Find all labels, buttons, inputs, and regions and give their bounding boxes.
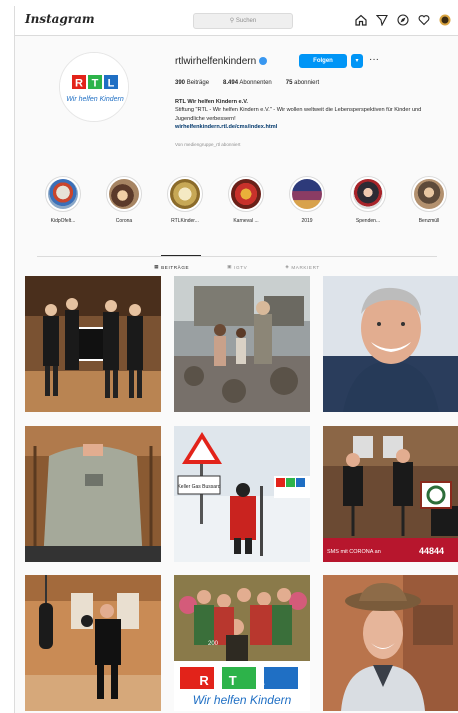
highlight-label: RTLKinder...: [171, 218, 199, 224]
road-sign-text: Keller Gas Bussard: [177, 484, 220, 490]
post-thumbnail-5[interactable]: Keller Gas Bussard: [174, 426, 310, 562]
search-icon: ⚲: [229, 18, 235, 24]
svg-text:Wir helfen Kindern: Wir helfen Kindern: [66, 96, 124, 103]
profile-avatar[interactable]: R T L Wir helfen Kindern: [59, 52, 129, 122]
bio-link[interactable]: wirhelfenkindern.rtl.de/cms/index.html: [175, 123, 425, 131]
tag-icon: ◈: [285, 264, 290, 269]
post-thumbnail-1[interactable]: [25, 276, 161, 412]
highlight-label: Spenden...: [355, 218, 381, 224]
highlight-label: Corona: [115, 218, 133, 224]
highlight-item[interactable]: Corona: [104, 176, 144, 224]
profile-avatar-icon[interactable]: [439, 14, 451, 26]
profile-stats: 390 Beiträge 8.494 Abonnenten 75 abonnie…: [175, 80, 319, 86]
rtl-banner-logo: RTL: [199, 673, 284, 688]
post-thumbnail-7[interactable]: [25, 575, 161, 711]
username-text: rtlwirhelfenkindern: [175, 56, 257, 67]
followed-by[interactable]: Von mediengruppe_rtl abonniert: [175, 142, 240, 147]
top-nav: Instagram ⚲ Suchen: [15, 6, 458, 36]
post-thumbnail-9[interactable]: [323, 575, 458, 711]
direct-icon[interactable]: [376, 14, 388, 26]
bio-name: RTL Wir helfen Kindern e.V.: [175, 99, 248, 105]
explore-icon[interactable]: [397, 14, 409, 26]
highlight-label: Benzmüll: [418, 218, 440, 224]
highlight-thumbnail: [48, 179, 78, 209]
post-thumbnail-4[interactable]: [25, 426, 161, 562]
highlight-label: Karneval ...: [233, 218, 259, 224]
grid-icon: ▦: [154, 264, 160, 269]
igtv-icon: ▣: [227, 264, 233, 269]
following-stat[interactable]: 75 abonniert: [286, 80, 319, 86]
highlight-item[interactable]: RTLKinder...: [165, 176, 205, 224]
highlight-thumbnail: [231, 179, 261, 209]
nav-icons: [355, 14, 451, 26]
search-placeholder: Suchen: [235, 18, 257, 24]
highlight-thumbnail: [414, 179, 444, 209]
highlight-thumbnail: [353, 179, 383, 209]
highlight-item[interactable]: Karneval ...: [226, 176, 266, 224]
highlight-item[interactable]: 2019: [287, 176, 327, 224]
post-thumbnail-6[interactable]: SMS mit CORONA an 44844: [323, 426, 458, 562]
rtl-banner-sub: Wir helfen Kindern: [193, 693, 292, 707]
tab-igtv[interactable]: ▣ IGTV: [227, 264, 247, 270]
follow-button[interactable]: Folgen: [299, 54, 347, 68]
tab-tagged[interactable]: ◈ MARKIERT: [285, 264, 320, 270]
heart-icon[interactable]: [418, 14, 430, 26]
likes-count: 200: [208, 641, 219, 647]
instagram-logo[interactable]: Instagram: [25, 12, 95, 26]
highlight-label: KidpOfelt...: [50, 218, 76, 224]
chevron-down-icon: ▾: [355, 58, 359, 64]
tabs-divider: [37, 256, 437, 257]
highlight-thumbnail: [292, 179, 322, 209]
more-options-icon[interactable]: ···: [369, 54, 379, 65]
profile-username: rtlwirhelfenkindern: [175, 56, 268, 67]
highlight-item[interactable]: Benzmüll: [409, 176, 449, 224]
active-tab-indicator: [161, 255, 201, 256]
post-thumbnail-8[interactable]: 200 RTL Wir helfen Kindern: [174, 575, 310, 711]
profile-bio: RTL Wir helfen Kindern e.V. Stiftung "RT…: [175, 98, 425, 131]
svg-text:R: R: [75, 78, 83, 90]
highlight-thumbnail: [170, 179, 200, 209]
bio-text: Stiftung "RTL - Wir helfen Kindern e.V."…: [175, 107, 422, 122]
highlight-label: 2019: [301, 218, 313, 224]
sms-text: SMS mit CORONA an: [327, 549, 381, 555]
highlight-item[interactable]: Spenden...: [348, 176, 388, 224]
svg-text:L: L: [108, 78, 115, 90]
sms-number: 44844: [419, 546, 444, 556]
followers-stat[interactable]: 8.494 Abonnenten: [223, 80, 272, 86]
verified-badge-icon: [259, 57, 268, 66]
post-thumbnail-2[interactable]: [174, 276, 310, 412]
highlight-item[interactable]: KidpOfelt...: [43, 176, 83, 224]
instagram-window: Instagram ⚲ Suchen R T L Wir helfen Kind…: [14, 6, 458, 713]
post-thumbnail-3[interactable]: [323, 276, 458, 412]
highlight-thumbnail: [109, 179, 139, 209]
suggestions-dropdown-button[interactable]: ▾: [351, 54, 363, 68]
posts-stat: 390 Beiträge: [175, 80, 210, 86]
search-input[interactable]: ⚲ Suchen: [193, 13, 293, 29]
svg-text:T: T: [92, 78, 99, 90]
tab-posts[interactable]: ▦ BEITRÄGE: [154, 264, 189, 270]
profile-tabs: ▦ BEITRÄGE ▣ IGTV ◈ MARKIERT: [15, 264, 458, 270]
home-icon[interactable]: [355, 14, 367, 26]
